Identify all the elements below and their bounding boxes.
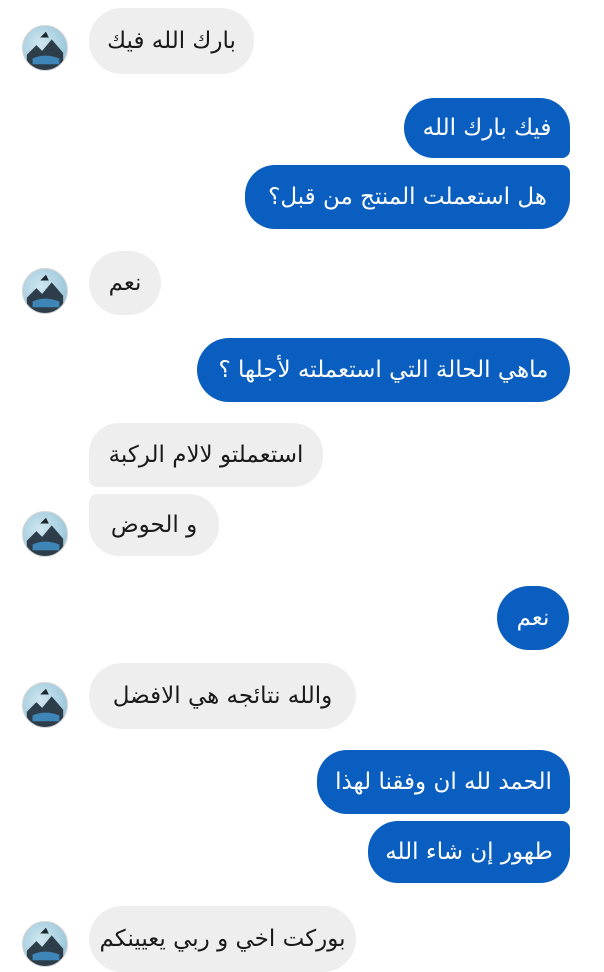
message-bubble[interactable]: نعم bbox=[497, 586, 569, 650]
contact-avatar[interactable] bbox=[22, 682, 68, 728]
contact-avatar[interactable] bbox=[22, 921, 68, 967]
avatar-image-icon bbox=[26, 31, 64, 70]
chat-thread: بارك الله فيك فيك بارك الله هل استعملت ا… bbox=[0, 0, 604, 972]
message-bubble[interactable]: والله نتائجه هي الافضل bbox=[89, 663, 356, 729]
contact-avatar[interactable] bbox=[22, 268, 68, 314]
avatar-image-icon bbox=[26, 688, 64, 727]
avatar-image-icon bbox=[26, 927, 64, 966]
avatar-image-icon bbox=[26, 517, 64, 556]
message-bubble[interactable]: و الحوض bbox=[89, 494, 219, 556]
message-bubble[interactable]: بارك الله فيك bbox=[89, 8, 254, 74]
message-bubble[interactable]: الحمد لله ان وفقنا لهذا bbox=[317, 750, 570, 814]
avatar-image-icon bbox=[26, 274, 64, 313]
message-bubble[interactable]: طهور إن شاء الله bbox=[368, 821, 570, 883]
message-bubble[interactable]: استعملتو لالام الركبة bbox=[89, 423, 323, 487]
contact-avatar[interactable] bbox=[22, 25, 68, 71]
message-bubble[interactable]: نعم bbox=[89, 251, 161, 315]
message-bubble[interactable]: فيك بارك الله bbox=[404, 98, 570, 158]
contact-avatar[interactable] bbox=[22, 511, 68, 557]
message-bubble[interactable]: هل استعملت المنتج من قبل؟ bbox=[245, 165, 570, 229]
message-bubble[interactable]: ماهي الحالة التي استعملته لأجلها ؟ bbox=[197, 338, 570, 402]
message-bubble[interactable]: بوركت اخي و ربي يعيينكم bbox=[89, 906, 356, 972]
